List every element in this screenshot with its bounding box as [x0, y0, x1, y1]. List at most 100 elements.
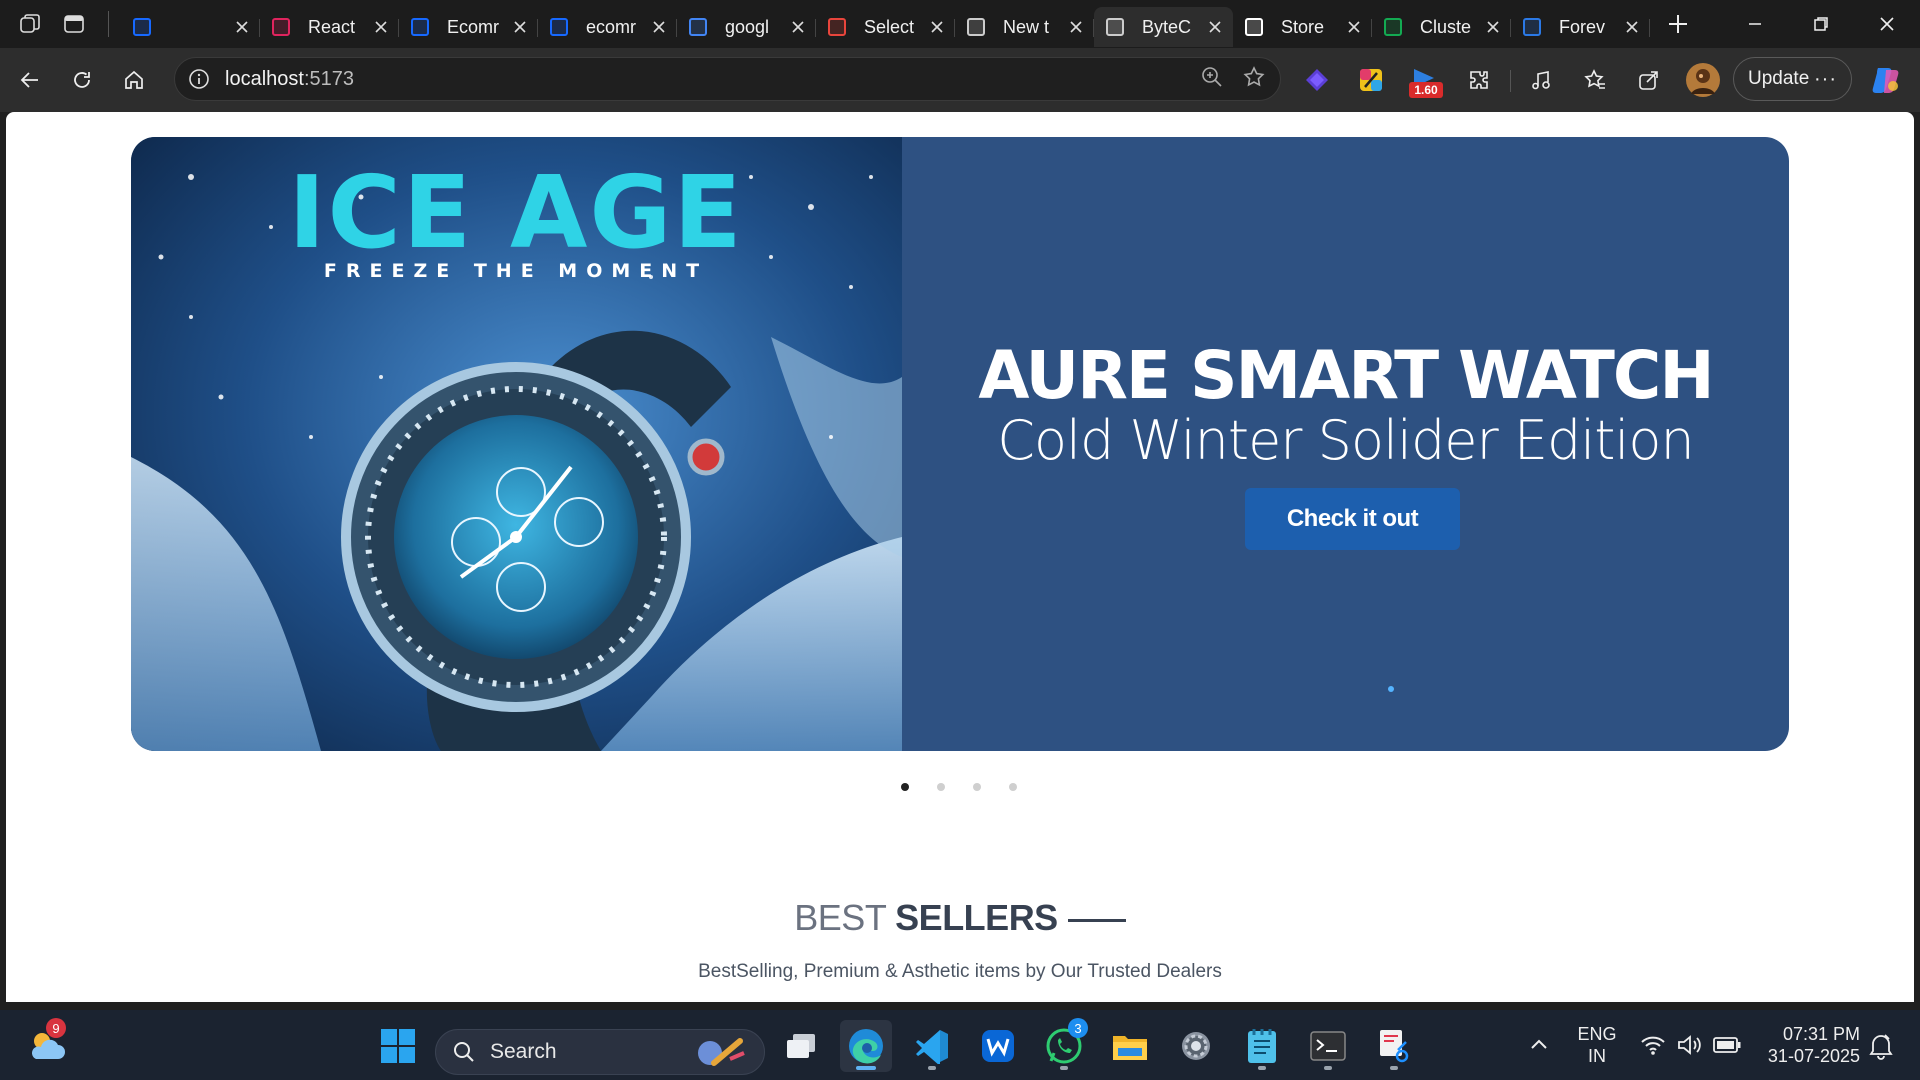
- vertical-tabs-icon[interactable]: [52, 2, 96, 46]
- tab-close-icon[interactable]: [510, 17, 530, 37]
- restore-icon[interactable]: [1788, 0, 1854, 48]
- extension-speed-icon[interactable]: 1.60: [1403, 58, 1447, 102]
- battery-icon[interactable]: [1713, 1036, 1741, 1059]
- copilot-icon[interactable]: [1864, 58, 1908, 102]
- close-icon[interactable]: [1854, 0, 1920, 48]
- refresh-icon[interactable]: [60, 58, 104, 102]
- taskbar-search[interactable]: Search: [435, 1029, 765, 1075]
- vscode-icon[interactable]: [906, 1020, 958, 1072]
- check-it-out-button[interactable]: Check it out: [1245, 488, 1460, 550]
- lang-region: IN: [1588, 1046, 1606, 1066]
- whatsapp-icon[interactable]: 3: [1038, 1018, 1090, 1072]
- back-icon[interactable]: [8, 58, 52, 102]
- hero-title: AURE SMART WATCH: [978, 337, 1714, 414]
- input-language-indicator[interactable]: ENG IN: [1577, 1023, 1617, 1067]
- tab-close-icon[interactable]: [649, 17, 669, 37]
- address-bar[interactable]: localhost:5173: [174, 57, 1281, 101]
- title-rule: [1067, 918, 1126, 922]
- snipping-tool-icon[interactable]: [1368, 1020, 1420, 1072]
- weather-widget-icon[interactable]: 9: [22, 1018, 74, 1072]
- tab-title: ByteC: [1142, 16, 1192, 37]
- home-icon[interactable]: [112, 58, 156, 102]
- browser-tab[interactable]: React: [260, 7, 399, 47]
- extension-purple-icon[interactable]: [1295, 58, 1339, 102]
- settings-gear-icon[interactable]: [1170, 1020, 1222, 1072]
- file-explorer-icon[interactable]: [1104, 1020, 1156, 1072]
- running-indicator: [1258, 1066, 1266, 1070]
- tab-title: Store: [1281, 16, 1325, 37]
- browser-tab[interactable]: Cluste: [1372, 7, 1511, 47]
- notifications-bell-icon[interactable]: [1868, 1032, 1894, 1065]
- wifi-icon[interactable]: [1640, 1034, 1666, 1061]
- workspaces-icon[interactable]: [8, 2, 52, 46]
- new-tab-button[interactable]: [1658, 4, 1698, 44]
- extension-color-picker-icon[interactable]: [1349, 58, 1393, 102]
- tab-close-icon[interactable]: [1205, 17, 1225, 37]
- more-menu-icon[interactable]: ···: [1814, 68, 1837, 91]
- tab-close-icon[interactable]: [1066, 17, 1086, 37]
- terminal-icon[interactable]: [1302, 1020, 1354, 1072]
- active-indicator: [856, 1066, 876, 1070]
- browser-toolbar: localhost:5173 1.60 Update ···: [0, 48, 1920, 112]
- extension-speed-badge: 1.60: [1409, 82, 1443, 98]
- running-indicator: [1324, 1066, 1332, 1070]
- tab-close-icon[interactable]: [788, 17, 808, 37]
- system-clock[interactable]: 07:31 PM 31-07-2025: [1760, 1023, 1860, 1067]
- tab-close-icon[interactable]: [232, 17, 252, 37]
- new-tab-icon: [967, 18, 985, 36]
- webstorm-icon[interactable]: [972, 1020, 1024, 1072]
- carousel-dot[interactable]: [1009, 783, 1017, 791]
- tab-close-icon[interactable]: [1344, 17, 1364, 37]
- update-button[interactable]: Update ···: [1733, 57, 1852, 101]
- favorites-icon[interactable]: [1573, 58, 1617, 102]
- volume-icon[interactable]: [1677, 1034, 1703, 1061]
- tab-close-icon[interactable]: [1622, 17, 1642, 37]
- ice-age-tagline: FREEZE THE MOMENT: [324, 260, 708, 282]
- share-icon[interactable]: [1627, 58, 1671, 102]
- tab-close-icon[interactable]: [371, 17, 391, 37]
- behance-icon: [550, 18, 568, 36]
- clock-time: 07:31 PM: [1782, 1024, 1860, 1044]
- carousel-dot[interactable]: [973, 783, 981, 791]
- tab-title: Select: [864, 16, 915, 37]
- notepad-icon[interactable]: [1236, 1020, 1288, 1072]
- title-bold: SELLERS: [895, 897, 1058, 938]
- show-hidden-icons-chevron-icon[interactable]: [1528, 1034, 1552, 1058]
- best-sellers-subtitle: BestSelling, Premium & Asthetic items by…: [698, 961, 1222, 982]
- extensions-puzzle-icon[interactable]: [1457, 58, 1501, 102]
- react-icon: [272, 18, 290, 36]
- browser-tab[interactable]: ByteC: [1094, 7, 1233, 47]
- browser-tab[interactable]: [121, 7, 260, 47]
- tab-title: React: [308, 16, 356, 37]
- search-icon: [689, 18, 707, 36]
- site-info-icon[interactable]: [187, 67, 211, 91]
- task-view-icon[interactable]: [775, 1020, 827, 1072]
- favorite-star-icon[interactable]: [1242, 65, 1266, 94]
- title-light: BEST: [794, 897, 886, 938]
- browser-tab[interactable]: ecomr: [538, 7, 677, 47]
- browser-tab[interactable]: Select: [816, 7, 955, 47]
- tab-list: React Ecomr ecomr googl Select New t ByteC Stor…: [121, 0, 1650, 48]
- browser-tab[interactable]: Ecomr: [399, 7, 538, 47]
- zoom-icon[interactable]: [1200, 65, 1224, 94]
- search-icon: [454, 1042, 474, 1062]
- edge-browser-icon[interactable]: [840, 1020, 892, 1072]
- minimize-icon[interactable]: [1722, 0, 1788, 48]
- browser-tab[interactable]: Store: [1233, 7, 1372, 47]
- carousel-dot[interactable]: [937, 783, 945, 791]
- browser-tab[interactable]: New t: [955, 7, 1094, 47]
- browser-tab[interactable]: googl: [677, 7, 816, 47]
- profile-avatar[interactable]: [1681, 58, 1725, 102]
- shop-icon: [1523, 18, 1541, 36]
- tab-close-icon[interactable]: [927, 17, 947, 37]
- tab-title: Cluste: [1420, 16, 1472, 37]
- media-control-icon[interactable]: [1519, 58, 1563, 102]
- cart-icon: [1106, 18, 1124, 36]
- url-text[interactable]: localhost:5173: [225, 68, 354, 91]
- search-highlight-icon: [698, 1038, 745, 1066]
- tab-close-icon[interactable]: [1483, 17, 1503, 37]
- browser-tab[interactable]: Forev: [1511, 7, 1650, 47]
- windows-start-icon[interactable]: [372, 1020, 424, 1072]
- running-indicator: [1390, 1066, 1398, 1070]
- carousel-dot[interactable]: [901, 783, 909, 791]
